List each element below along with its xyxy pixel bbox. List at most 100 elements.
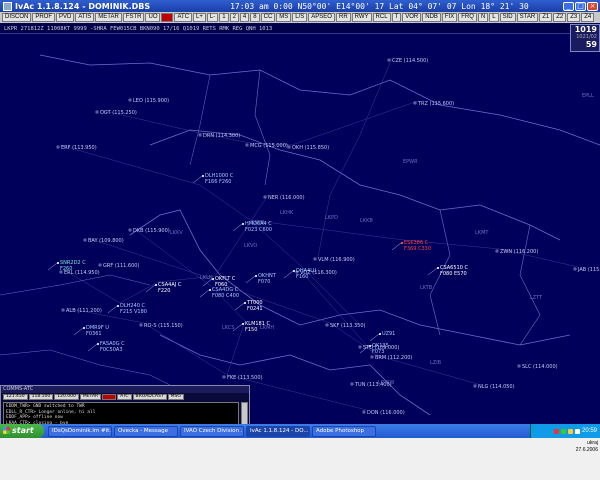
fix-label[interactable]: LZIB bbox=[430, 360, 441, 366]
taskbar-task[interactable]: IvAc 1.1.8.124 - DO... bbox=[246, 425, 310, 437]
chat-tab-118100[interactable]: 118.100 bbox=[28, 394, 54, 400]
aircraft-target[interactable] bbox=[155, 284, 157, 286]
toolbar-button-4[interactable]: 4 bbox=[239, 13, 250, 22]
aircraft-label[interactable]: CSA6510 C F080 E570 bbox=[440, 265, 468, 277]
aircraft-label[interactable]: CSA4AJ C F220 bbox=[158, 282, 181, 294]
chat-tab-atc[interactable]: ATC bbox=[117, 394, 132, 400]
aircraft-target[interactable] bbox=[401, 242, 403, 244]
vor-label[interactable]: TRZ (115.600) bbox=[418, 101, 454, 107]
aircraft-target[interactable] bbox=[379, 333, 381, 335]
toolbar-button-cc[interactable]: CC bbox=[260, 13, 276, 22]
toolbar-button-ndb[interactable]: NDB bbox=[422, 13, 441, 22]
aircraft-label[interactable]: ESK386 C F369 C330 bbox=[404, 240, 431, 252]
toolbar-button-uo[interactable]: UO bbox=[145, 13, 161, 22]
chat-tab-121450[interactable]: 121.450 bbox=[3, 394, 28, 400]
toolbar-button-l[interactable]: L bbox=[489, 13, 499, 22]
toolbar-button-l[interactable]: L+ bbox=[193, 13, 206, 22]
minimize-button[interactable]: _ bbox=[563, 1, 574, 11]
aircraft-label[interactable]: FASA0G C F0C50A3 bbox=[100, 341, 125, 353]
fix-label[interactable]: LZTT bbox=[530, 295, 542, 301]
fix-label[interactable]: EPWR bbox=[403, 159, 418, 165]
vor-label[interactable]: CZE (114.500) bbox=[392, 58, 428, 64]
fix-label[interactable]: LKKB bbox=[360, 218, 373, 224]
toolbar-button-prof[interactable]: PROF bbox=[32, 13, 56, 22]
fix-label[interactable]: LKTB bbox=[420, 285, 432, 291]
vor-label[interactable]: ALB (111.200) bbox=[66, 308, 102, 314]
toolbar-button-apseo[interactable]: APSEO bbox=[308, 13, 335, 22]
chat-tab-indicator[interactable] bbox=[102, 394, 117, 400]
aircraft-target[interactable] bbox=[97, 343, 99, 345]
fix-label[interactable]: LOWW bbox=[378, 380, 394, 386]
vor-label[interactable]: NLG (114.050) bbox=[478, 384, 515, 390]
fix-label[interactable]: LKKV bbox=[170, 230, 183, 236]
vor-label[interactable]: DON (116.000) bbox=[367, 410, 405, 416]
vor-label[interactable]: LEO (115.900) bbox=[133, 98, 169, 104]
taskbar-task[interactable]: Ovecka - Message bbox=[114, 425, 178, 437]
toolbar-button-rwy[interactable]: RWY bbox=[351, 13, 372, 22]
close-button[interactable]: × bbox=[587, 1, 598, 11]
toolbar-button-star[interactable]: STAR bbox=[516, 13, 539, 22]
toolbar-button-z2[interactable]: Z2 bbox=[553, 13, 567, 22]
aircraft-target[interactable] bbox=[242, 223, 244, 225]
toolbar-button-t[interactable]: T bbox=[391, 13, 402, 22]
aircraft-target[interactable] bbox=[117, 305, 119, 307]
aircraft-label[interactable]: DLH1000 C F166 F260 bbox=[205, 173, 233, 185]
toolbar-button-atis[interactable]: ATIS bbox=[75, 13, 95, 22]
toolbar-button-sid[interactable]: SID bbox=[499, 13, 516, 22]
taskbar-task[interactable]: IVAO Czech Division ... bbox=[180, 425, 244, 437]
toolbar-button-ls[interactable]: L/S bbox=[292, 13, 308, 22]
aircraft-target[interactable] bbox=[57, 262, 59, 264]
toolbar-button-n[interactable]: N bbox=[477, 13, 489, 22]
aircraft-target[interactable] bbox=[202, 175, 204, 177]
vor-label[interactable]: SLC (114.000) bbox=[522, 364, 558, 370]
vor-label[interactable]: RO-S (115.150) bbox=[144, 323, 183, 329]
aircraft-target[interactable] bbox=[244, 302, 246, 304]
vor-label[interactable]: ZWN (116.200) bbox=[500, 249, 538, 255]
toolbar-button-8[interactable]: 8 bbox=[250, 13, 260, 22]
chat-tab-120000[interactable]: 120.000 bbox=[54, 394, 79, 400]
window-titlebar[interactable]: IvAc 1.1.8.124 - DOMINIK.DBS 17:03 am 0:… bbox=[0, 0, 600, 12]
vor-label[interactable]: DKB (115.900) bbox=[133, 228, 170, 234]
toolbar-button-frq[interactable]: FRQ bbox=[458, 13, 477, 22]
taskbar-task[interactable]: Adobe Photoshop bbox=[312, 425, 376, 437]
aircraft-label[interactable]: TT000 F0241 bbox=[247, 300, 263, 312]
aircraft-label[interactable]: OKHNT F070 bbox=[258, 273, 276, 285]
aircraft-label[interactable]: HMD6A4 C F023 C600 bbox=[245, 221, 272, 233]
toolbar-button-z4[interactable]: Z4 bbox=[581, 13, 595, 22]
vor-label[interactable]: DRN (114.300) bbox=[203, 133, 240, 139]
chat-tab-broadcast[interactable]: BROADCAST bbox=[132, 394, 167, 400]
toolbar-button-1[interactable]: 1 bbox=[219, 13, 229, 22]
chat-tab-msg[interactable]: MSG bbox=[167, 394, 184, 400]
toolbar-button-l[interactable]: L- bbox=[206, 13, 219, 22]
tray-icon-speaker[interactable] bbox=[574, 428, 580, 434]
toolbar-button-fstr[interactable]: FSTR bbox=[122, 13, 145, 22]
vor-label[interactable]: JAB (115.100) bbox=[578, 267, 600, 273]
toolbar-button-z3[interactable]: Z3 bbox=[567, 13, 581, 22]
toolbar-button-rr[interactable]: RR bbox=[335, 13, 351, 22]
tray-icon-yellow[interactable] bbox=[567, 428, 573, 434]
toolbar-button-fix[interactable]: FIX bbox=[441, 13, 458, 22]
start-button[interactable]: start bbox=[0, 424, 44, 438]
vor-label[interactable]: NER (116.000) bbox=[268, 195, 305, 201]
chat-tab-metar[interactable]: METAR bbox=[79, 394, 102, 400]
aircraft-target[interactable] bbox=[242, 323, 244, 325]
vor-label[interactable]: GRF (111.600) bbox=[103, 263, 139, 269]
aircraft-label[interactable]: SNR2D2 C F260 bbox=[60, 260, 86, 272]
aircraft-target[interactable] bbox=[293, 270, 295, 272]
aircraft-label[interactable]: DLH240 C F215 V180 bbox=[120, 303, 147, 315]
radar-scope[interactable]: OGT (115.250) LEO (115.900) ERF (113.950) D… bbox=[0, 35, 600, 451]
toolbar-button-z1[interactable]: Z1 bbox=[539, 13, 553, 22]
taskbar-task[interactable]: IDsQsDominik.im #it... bbox=[48, 425, 112, 437]
vor-label[interactable]: OKH (115.850) bbox=[292, 145, 329, 151]
aircraft-label[interactable]: UZ91 bbox=[382, 331, 395, 337]
vor-label[interactable]: ERF (113.950) bbox=[61, 145, 97, 151]
toolbar-button-indicator[interactable] bbox=[161, 13, 174, 22]
toolbar-button-metar[interactable]: METAR bbox=[95, 13, 122, 22]
aircraft-target[interactable] bbox=[437, 267, 439, 269]
tray-clock[interactable]: 20:59 bbox=[582, 428, 597, 434]
vor-label[interactable]: BRM (112.200) bbox=[375, 355, 412, 361]
vor-label[interactable]: MCG (115.000) bbox=[250, 143, 288, 149]
fix-label[interactable]: LKLN bbox=[200, 275, 213, 281]
aircraft-label[interactable]: DHA4LU F160 bbox=[296, 268, 316, 280]
toolbar-button-atc[interactable]: ATC bbox=[174, 13, 193, 22]
